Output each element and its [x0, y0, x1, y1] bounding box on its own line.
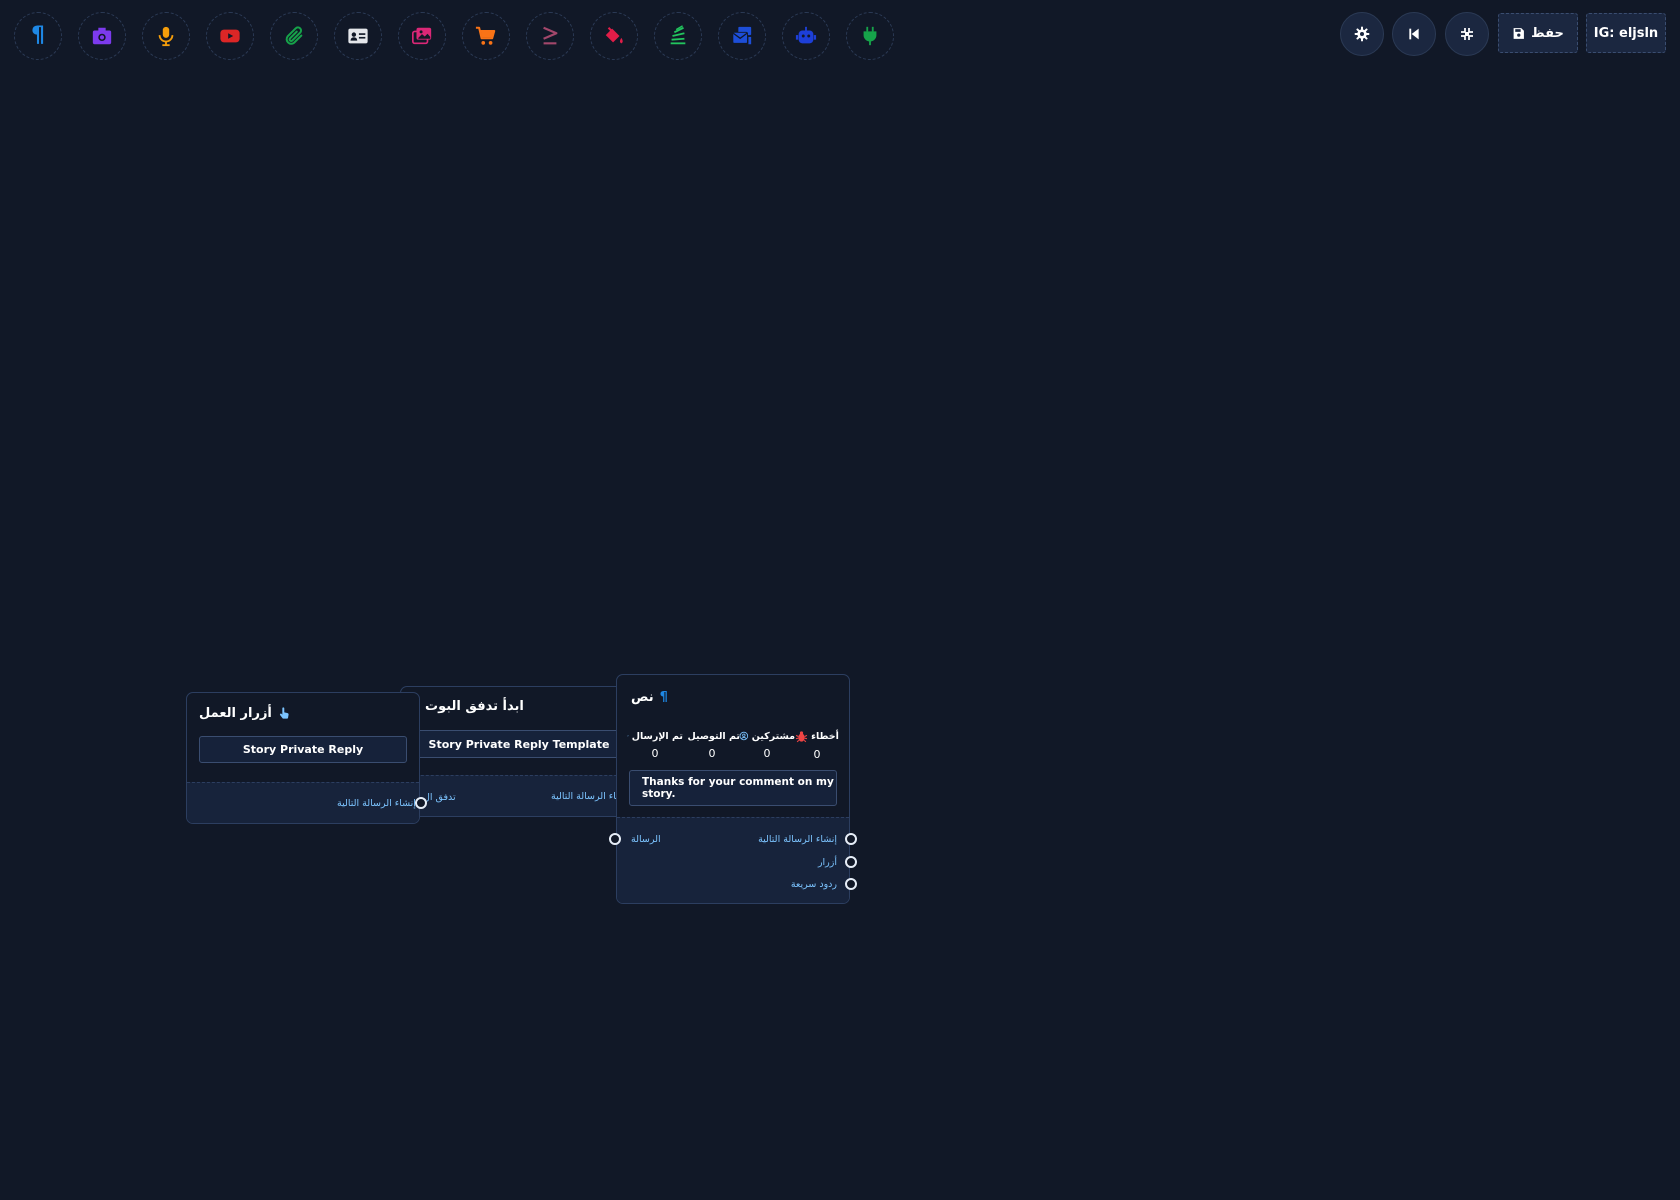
text-quick-replies-port[interactable]: [845, 878, 857, 890]
add-bot-button[interactable]: [782, 12, 830, 60]
stat-delivered: تم التوصيل 0: [684, 730, 740, 760]
stat-delivered-label-row: تم التوصيل: [684, 730, 740, 742]
add-gallery-button[interactable]: [398, 12, 446, 60]
action-buttons-title-text: أزرار العمل: [199, 706, 272, 721]
stat-errors-value: 0: [813, 748, 821, 761]
add-condition-button[interactable]: [526, 12, 574, 60]
user-circle-icon: [739, 731, 749, 741]
action-buttons-field[interactable]: Story Private Reply: [199, 736, 407, 763]
account-button[interactable]: IG: eljsln: [1586, 13, 1666, 53]
robot-icon: [795, 26, 817, 44]
add-card-button[interactable]: [334, 12, 382, 60]
stat-subscribers-label-row: مشتركين: [739, 730, 795, 742]
action-buttons-next-label: إنشاء الرسالة التالية: [337, 798, 416, 809]
start-flow-title: ابدأ تدفق البوت: [425, 699, 524, 714]
back-to-start-button[interactable]: [1392, 12, 1436, 56]
stat-sent-label-row: تم الإرسال: [627, 730, 683, 742]
start-flow-template-label: Story Private Reply Template: [428, 737, 610, 751]
bug-icon: [795, 731, 808, 743]
plug-icon: [863, 26, 877, 46]
images-icon: [412, 27, 432, 45]
paragraph-icon: ¶: [659, 690, 668, 705]
start-flow-title-text: ابدأ تدفق البوت: [425, 699, 524, 714]
settings-button[interactable]: [1340, 12, 1384, 56]
contact-card-icon: [348, 28, 368, 44]
gear-icon: [1354, 26, 1370, 42]
text-in-port[interactable]: [609, 833, 621, 845]
start-flow-template-field[interactable]: Story Private Reply Template: [417, 730, 621, 758]
floppy-disk-icon: [1513, 27, 1525, 39]
mail-bulk-icon: [732, 26, 752, 45]
camera-icon: [92, 27, 112, 45]
cart-icon: [475, 26, 496, 45]
stat-sent-value: 0: [651, 747, 659, 760]
hand-pointer-icon: [279, 707, 289, 719]
backward-step-icon: [1409, 28, 1419, 40]
text-node-title-text: نص: [631, 690, 654, 705]
account-label: IG: eljsln: [1593, 25, 1659, 41]
add-text-button[interactable]: ¶: [14, 12, 62, 60]
add-file-button[interactable]: [270, 12, 318, 60]
add-image-button[interactable]: [78, 12, 126, 60]
message-text: Thanks for your comment on my story.: [642, 776, 834, 800]
fill-drip-icon: [605, 27, 623, 44]
text-next-port[interactable]: [845, 833, 857, 845]
text-buttons-label: أزرار: [817, 857, 837, 868]
stat-errors: أخطاء 0: [789, 730, 845, 761]
message-text-field[interactable]: Thanks for your comment on my story.: [629, 770, 837, 806]
connection-wires: [396, 794, 638, 840]
action-buttons-title: أزرار العمل: [199, 706, 291, 721]
stat-delivered-value: 0: [708, 747, 716, 760]
stat-errors-label: أخطاء: [811, 731, 839, 742]
action-buttons-field-label: Story Private Reply: [242, 743, 364, 756]
save-label: حفظ: [1531, 25, 1564, 41]
paperclip-icon: [285, 26, 303, 45]
microphone-icon: [158, 26, 174, 47]
paper-plane-icon: [627, 735, 629, 737]
stat-subscribers-value: 0: [763, 747, 771, 760]
stat-delivered-label: تم التوصيل: [687, 730, 740, 742]
paragraph-icon: ¶: [31, 23, 45, 48]
start-flow-in-label: تدفق ال: [423, 792, 456, 803]
youtube-icon: [220, 29, 240, 43]
text-in-label: الرسالة: [631, 834, 661, 845]
stat-subscribers: مشتركين 0: [739, 730, 795, 760]
add-integration-button[interactable]: [846, 12, 894, 60]
text-quick-replies-label: ردود سريعة: [790, 879, 837, 890]
greater-equal-icon: [543, 26, 558, 45]
start-flow-in-port[interactable]: [415, 797, 427, 809]
save-button[interactable]: حفظ: [1498, 13, 1578, 53]
text-buttons-port[interactable]: [845, 856, 857, 868]
add-ecommerce-button[interactable]: [462, 12, 510, 60]
text-node[interactable]: ¶ نص تم الإرسال 0 تم التوصيل 0 مشتركين 0…: [616, 674, 850, 904]
add-style-button[interactable]: [590, 12, 638, 60]
action-buttons-node[interactable]: أزرار العمل Story Private Reply إنشاء ال…: [186, 692, 420, 824]
stat-sent-label: تم الإرسال: [631, 730, 683, 742]
start-flow-node[interactable]: ابدأ تدفق البوت Story Private Reply Temp…: [400, 686, 638, 817]
compress-button[interactable]: [1445, 12, 1489, 56]
compress-icon: [1461, 28, 1473, 40]
stat-errors-label-row: أخطاء: [789, 730, 845, 743]
add-email-button[interactable]: [718, 12, 766, 60]
add-video-button[interactable]: [206, 12, 254, 60]
text-next-label: إنشاء الرسالة التالية: [758, 834, 837, 845]
add-audio-button[interactable]: [142, 12, 190, 60]
stack-exchange-icon: [670, 25, 686, 45]
add-stack-button[interactable]: [654, 12, 702, 60]
text-node-title: ¶ نص: [631, 690, 668, 705]
stat-sent: تم الإرسال 0: [627, 730, 683, 760]
text-node-footer: [617, 817, 849, 903]
